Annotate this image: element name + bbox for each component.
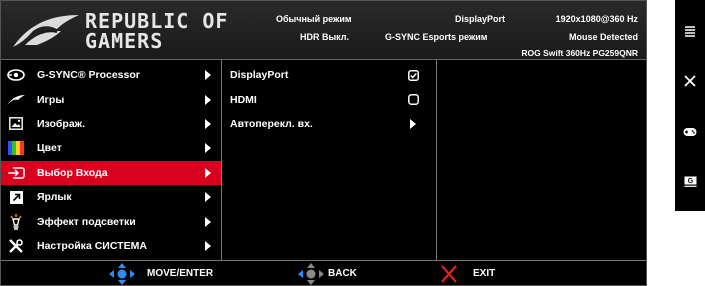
- menu-item-label: Эффект подсветки: [37, 215, 136, 228]
- svg-text:G: G: [687, 178, 693, 185]
- move-enter-hint[interactable]: MOVE/ENTER: [109, 261, 213, 286]
- submenu-item-label: HDMI: [230, 93, 257, 106]
- joystick-move-icon: [109, 262, 135, 285]
- shortcut-icon: [1, 185, 31, 209]
- menu-button[interactable]: [675, 18, 705, 48]
- submenu-item-displayport[interactable]: DisplayPort: [222, 63, 436, 87]
- menu-item-light-effect[interactable]: Эффект подсветки: [1, 209, 221, 233]
- brand-line-2: GAMERS: [85, 29, 164, 53]
- gsync-icon: [1, 63, 31, 87]
- footer-nav: MOVE/ENTER BACK EXIT: [1, 260, 646, 286]
- back-hint[interactable]: BACK: [298, 261, 357, 286]
- chevron-right-icon: [205, 167, 211, 178]
- status-mode: Обычный режим: [276, 14, 352, 24]
- menu-item-color[interactable]: Цвет: [1, 136, 221, 160]
- status-gsync: G-SYNC Esports режим: [385, 32, 488, 42]
- brand-line-1: REPUBLIC OF: [85, 9, 229, 33]
- menu-item-shortcut[interactable]: Ярлык: [1, 185, 221, 209]
- image-icon: [1, 112, 31, 136]
- rog-gaming-icon: [1, 88, 31, 112]
- submenu-item-auto-input[interactable]: Автоперекл. вх.: [222, 112, 436, 136]
- exit-x-icon: [441, 264, 457, 283]
- chevron-right-icon: [406, 118, 420, 129]
- gameplus-icon: G: [684, 174, 697, 192]
- checked-radio-icon[interactable]: [406, 69, 420, 81]
- menu-icon: [684, 24, 696, 42]
- gamepad-button[interactable]: [675, 118, 705, 148]
- joystick-back-icon: [298, 262, 324, 285]
- detail-panel: [437, 60, 646, 260]
- menu-item-label: Изображ.: [37, 117, 86, 130]
- submenu-item-hdmi[interactable]: HDMI: [222, 87, 436, 111]
- chevron-right-icon: [205, 216, 211, 227]
- menu-item-games[interactable]: Игры: [1, 87, 221, 111]
- chevron-right-icon: [205, 143, 211, 154]
- menu-item-input-select[interactable]: Выбор Входа: [1, 160, 221, 185]
- menu-item-label: Игры: [37, 93, 65, 106]
- brand-logo-text: REPUBLIC OF GAMERS: [85, 11, 228, 51]
- header: REPUBLIC OF GAMERS Обычный режим HDR Вык…: [1, 1, 646, 60]
- menu-item-label: Настройка СИСТЕМА: [37, 239, 147, 252]
- status-model: ROG Swift 360Hz PG259QNR: [521, 48, 638, 58]
- gameplus-button[interactable]: G: [675, 168, 705, 198]
- color-icon: [1, 136, 31, 160]
- side-shortcut-panel: G: [675, 0, 705, 211]
- gamepad-icon: [683, 124, 697, 142]
- menu-item-label: Цвет: [37, 142, 62, 155]
- back-label: BACK: [328, 268, 357, 279]
- chevron-right-icon: [205, 70, 211, 81]
- chevron-right-icon: [205, 118, 211, 129]
- menu-item-gsync-processor[interactable]: G-SYNC® Processor: [1, 63, 221, 87]
- rog-eye-icon: [13, 15, 79, 47]
- status-mouse: Mouse Detected: [568, 32, 638, 42]
- osd-window: REPUBLIC OF GAMERS Обычный режим HDR Вык…: [0, 0, 647, 286]
- status-resolution: 1920x1080@360 Hz: [555, 14, 638, 24]
- menu-item-label: G-SYNC® Processor: [37, 69, 140, 82]
- chevron-right-icon: [205, 192, 211, 203]
- submenu-item-label: Автоперекл. вх.: [230, 117, 313, 130]
- input-select-icon: [1, 161, 31, 185]
- main-menu: G-SYNC® Processor Игры Изображ. Цвет Выб…: [1, 60, 222, 260]
- move-enter-label: MOVE/ENTER: [147, 268, 214, 279]
- exit-hint[interactable]: EXIT: [439, 261, 495, 286]
- chevron-right-icon: [205, 240, 211, 251]
- menu-item-image[interactable]: Изображ.: [1, 112, 221, 136]
- system-setup-icon: [1, 234, 31, 258]
- status-input: DisplayPort: [455, 14, 506, 24]
- menu-item-label: Выбор Входа: [37, 166, 108, 179]
- submenu: DisplayPort HDMI Автоперекл. вх.: [222, 60, 437, 260]
- chevron-right-icon: [205, 94, 211, 105]
- unchecked-radio-icon[interactable]: [406, 94, 420, 106]
- close-icon: [684, 74, 696, 92]
- menu-item-label: Ярлык: [37, 191, 72, 204]
- status-hdr: HDR Выкл.: [299, 32, 349, 42]
- close-button[interactable]: [675, 68, 705, 98]
- exit-label: EXIT: [473, 268, 496, 279]
- light-effect-icon: [1, 210, 31, 234]
- menu-item-system-setup[interactable]: Настройка СИСТЕМА: [1, 234, 221, 258]
- submenu-item-label: DisplayPort: [230, 69, 289, 82]
